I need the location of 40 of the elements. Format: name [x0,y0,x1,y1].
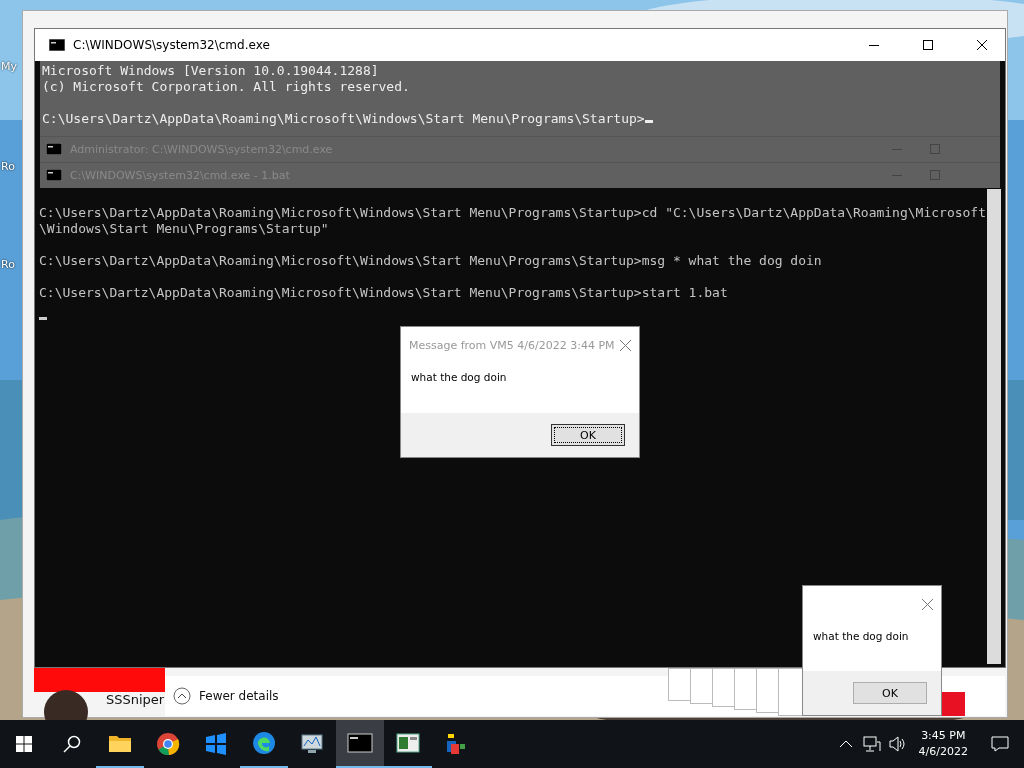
window-icon [396,733,420,753]
volume-icon[interactable] [888,736,907,752]
console-icon [46,143,62,156]
fewer-details-link[interactable]: Fewer details [199,689,279,703]
tiles-icon [204,733,228,755]
maximize-icon[interactable] [923,40,933,50]
message-text: what the dog doin [410,370,508,385]
console-line: C:\Users\Dartz\AppData\Roaming\Microsoft\Windows\Start Menu\Programs\Startup> [40,111,1000,127]
search-icon[interactable] [63,735,81,753]
close-icon[interactable] [977,40,987,50]
ok-button[interactable]: OK [853,682,927,704]
console-line: (c) Microsoft Corporation. All rights reserved. [41,79,411,95]
user-name: SSSniper [106,692,165,707]
console-icon [49,39,65,51]
network-icon[interactable] [862,736,881,752]
monitor-icon [300,733,324,755]
action-button[interactable] [940,692,965,716]
console-icon [46,169,62,182]
window-title: C:\WINDOWS\system32\cmd.exe [73,38,271,52]
edge-icon [252,731,276,755]
console-line: C:\Users\Dartz\AppData\Roaming\Microsoft\Windows\Start Menu\Programs\Startup>cd "C:\Users\Dartz\AppData\Roaming\Microsoft\Windows\Start Menu\Programs\Startup" [39,205,988,237]
clock-date[interactable]: 4/6/2022 [918,744,968,760]
console-line: C:\Users\Dartz\AppData\Roaming\Microsoft\Windows\Start Menu\Programs\Startup>msg * what the dog doin [39,253,823,269]
windows-logo-icon[interactable] [16,736,32,752]
taskbar-app[interactable] [336,720,384,768]
minimize-icon[interactable] [869,44,879,46]
chrome-icon [156,732,180,756]
console-icon [347,733,373,753]
console-line: Microsoft Windows [Version 10.0.19044.1288] [41,63,380,79]
notification-icon[interactable] [991,736,1009,752]
scrollbar[interactable] [987,189,1001,664]
folder-icon [108,733,132,753]
message-text: what the dog doin [812,629,910,644]
cursor [39,317,47,320]
chevron-up-icon[interactable] [173,687,191,705]
ok-button[interactable]: OK [551,424,625,446]
console-line: C:\Users\Dartz\AppData\Roaming\Microsoft\Windows\Start Menu\Programs\Startup>start 1.bat [39,285,729,301]
clock-time[interactable]: 3:45 PM [921,728,966,744]
dialog-title: Message from VM5 4/6/2022 3:44 PM [409,338,616,352]
blocks-icon [444,732,468,756]
